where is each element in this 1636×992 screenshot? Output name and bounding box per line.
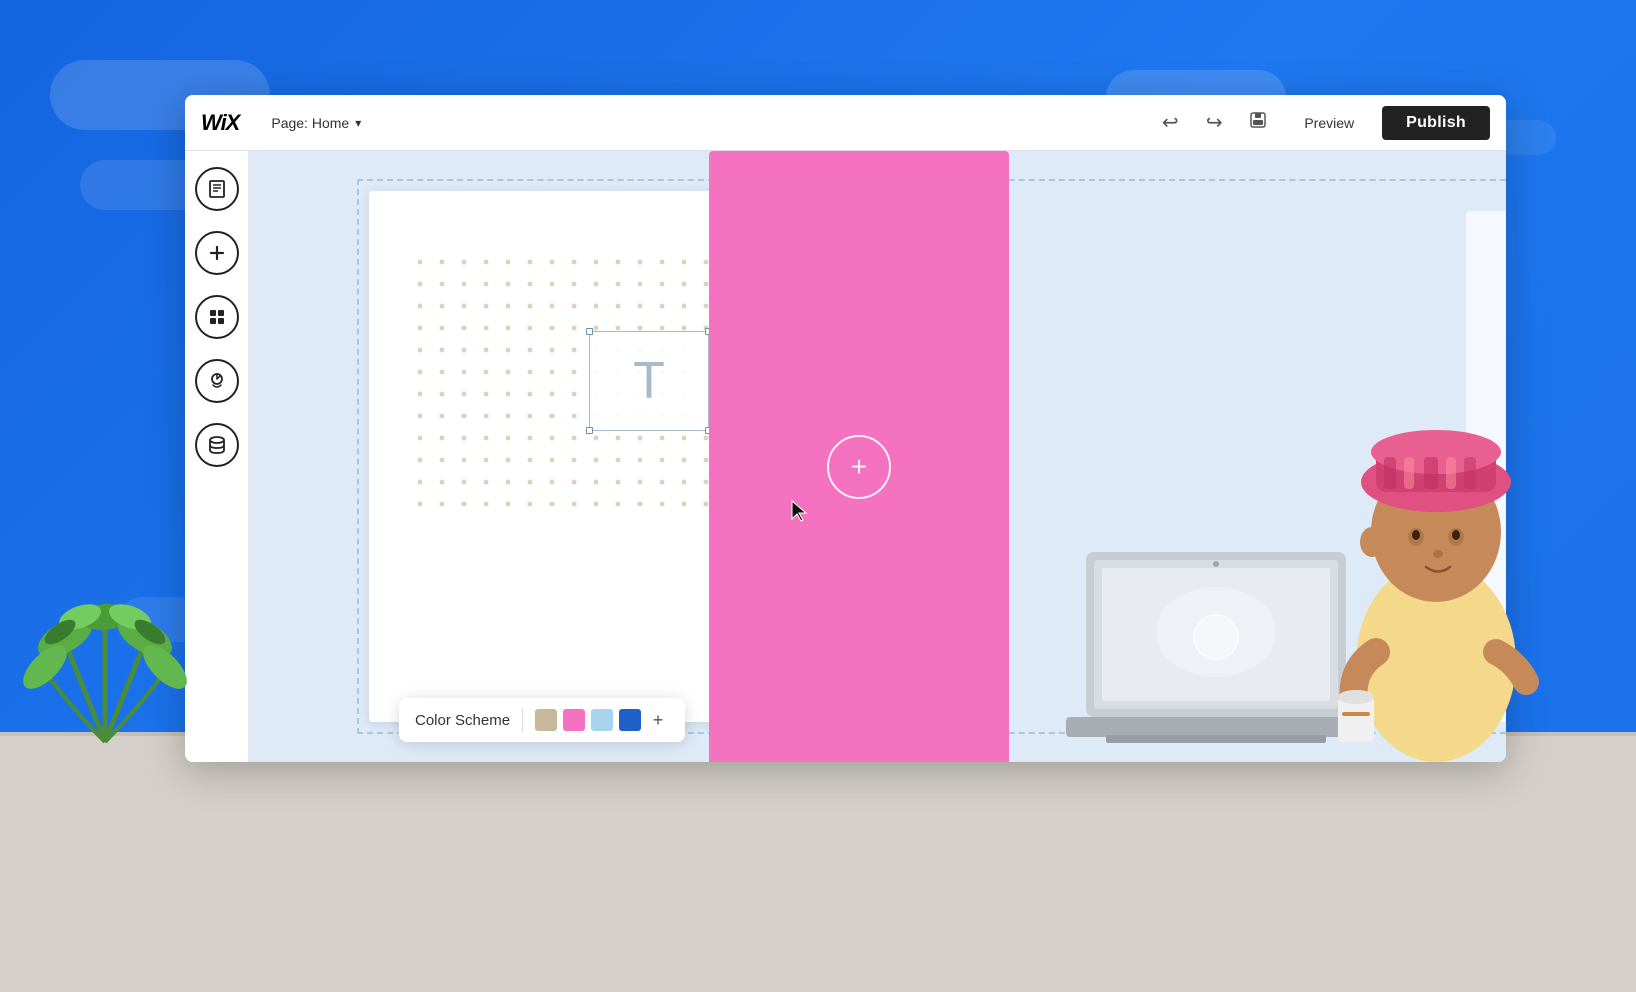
save-button[interactable] bbox=[1240, 105, 1276, 141]
swatch-blue[interactable] bbox=[619, 709, 641, 731]
sidebar-item-database[interactable] bbox=[195, 423, 239, 467]
color-scheme-divider bbox=[522, 708, 523, 732]
chevron-down-icon: ▾ bbox=[355, 116, 361, 130]
publish-button[interactable]: Publish bbox=[1382, 106, 1490, 140]
page-label: Page: Home bbox=[271, 115, 349, 131]
person bbox=[1276, 282, 1596, 767]
page-selector[interactable]: Page: Home ▾ bbox=[263, 111, 369, 135]
pink-panel[interactable]: + bbox=[709, 151, 1009, 762]
save-icon bbox=[1248, 110, 1268, 135]
sidebar-item-add[interactable] bbox=[195, 231, 239, 275]
wix-logo: WiX bbox=[201, 110, 239, 136]
undo-button[interactable]: ↩ bbox=[1152, 105, 1188, 141]
undo-icon: ↩ bbox=[1162, 110, 1179, 135]
plus-icon: + bbox=[851, 451, 867, 483]
text-icon: T bbox=[633, 355, 665, 407]
handle-bl[interactable] bbox=[586, 427, 593, 434]
plant bbox=[15, 542, 195, 767]
color-swatches: + bbox=[535, 709, 669, 731]
swatch-lightblue[interactable] bbox=[591, 709, 613, 731]
topbar: WiX Page: Home ▾ ↩ ↪ bbox=[185, 95, 1506, 151]
color-scheme-label: Color Scheme bbox=[415, 712, 510, 729]
swatch-beige[interactable] bbox=[535, 709, 557, 731]
topbar-actions: ↩ ↪ Preview Publish bbox=[1152, 105, 1490, 141]
sidebar-item-apps[interactable] bbox=[195, 295, 239, 339]
color-scheme-bar: Color Scheme + bbox=[399, 698, 685, 742]
sidebar-item-pages[interactable] bbox=[195, 167, 239, 211]
text-placeholder[interactable]: T bbox=[589, 331, 709, 431]
add-color-button[interactable]: + bbox=[647, 709, 669, 731]
handle-tl[interactable] bbox=[586, 328, 593, 335]
preview-button[interactable]: Preview bbox=[1284, 107, 1374, 139]
sidebar-item-media[interactable] bbox=[195, 359, 239, 403]
add-element-button[interactable]: + bbox=[827, 435, 891, 499]
redo-icon: ↪ bbox=[1206, 110, 1223, 135]
desk bbox=[0, 732, 1636, 992]
redo-button[interactable]: ↪ bbox=[1196, 105, 1232, 141]
swatch-pink[interactable] bbox=[563, 709, 585, 731]
